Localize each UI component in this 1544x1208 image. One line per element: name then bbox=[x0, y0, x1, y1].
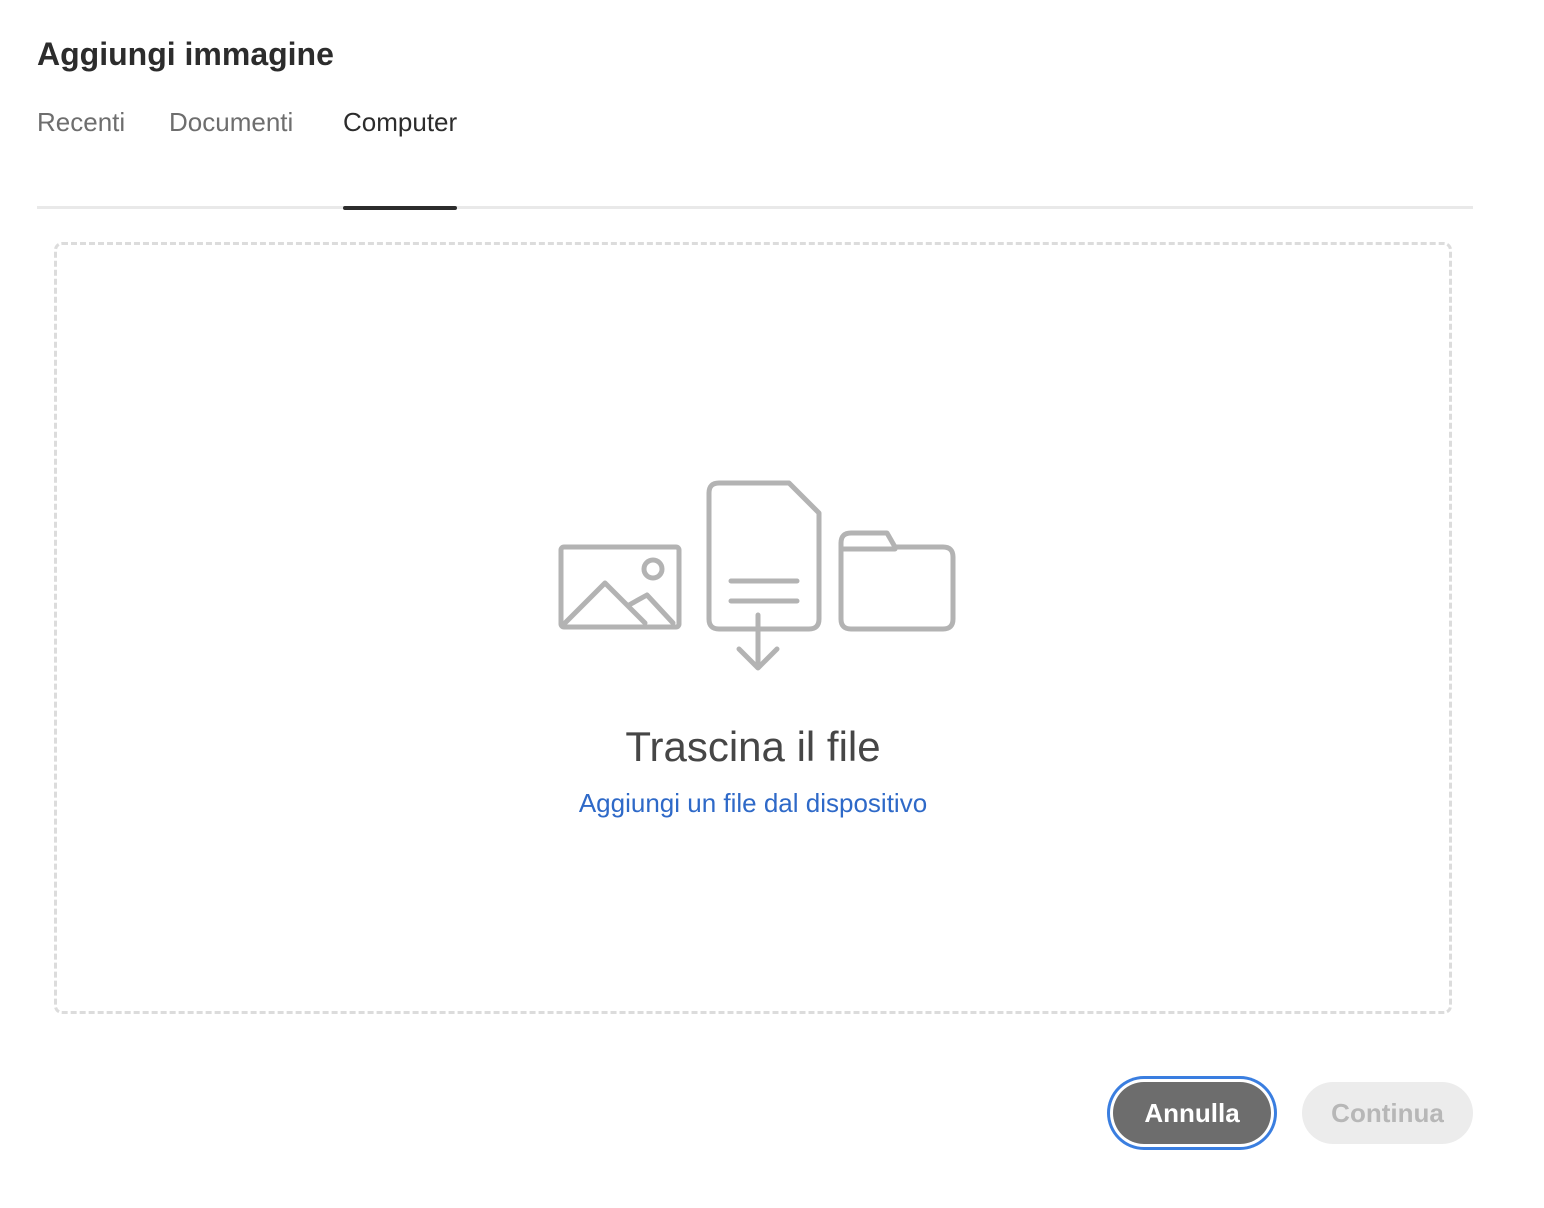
tab-bar: Recenti Documenti Computer bbox=[37, 100, 1473, 212]
folder-icon bbox=[838, 530, 956, 632]
file-dropzone[interactable]: Trascina il file Aggiungi un file dal di… bbox=[54, 242, 1452, 1014]
cancel-button[interactable]: Annulla bbox=[1113, 1082, 1271, 1144]
tab-documenti[interactable]: Documenti bbox=[169, 104, 293, 140]
dialog-title: Aggiungi immagine bbox=[37, 36, 334, 72]
tab-computer[interactable]: Computer bbox=[343, 104, 457, 140]
add-file-from-device-link[interactable]: Aggiungi un file dal dispositivo bbox=[579, 788, 927, 818]
continue-button[interactable]: Continua bbox=[1302, 1082, 1473, 1144]
image-icon bbox=[558, 544, 682, 630]
document-download-icon bbox=[706, 480, 822, 671]
add-image-dialog: Aggiungi immagine Recenti Documenti Comp… bbox=[0, 0, 1544, 1208]
selected-tab-indicator bbox=[343, 206, 457, 210]
drop-heading: Trascina il file bbox=[625, 723, 881, 770]
tabs-divider bbox=[37, 206, 1473, 209]
tab-recenti[interactable]: Recenti bbox=[37, 104, 125, 140]
upload-illustration bbox=[558, 480, 956, 671]
